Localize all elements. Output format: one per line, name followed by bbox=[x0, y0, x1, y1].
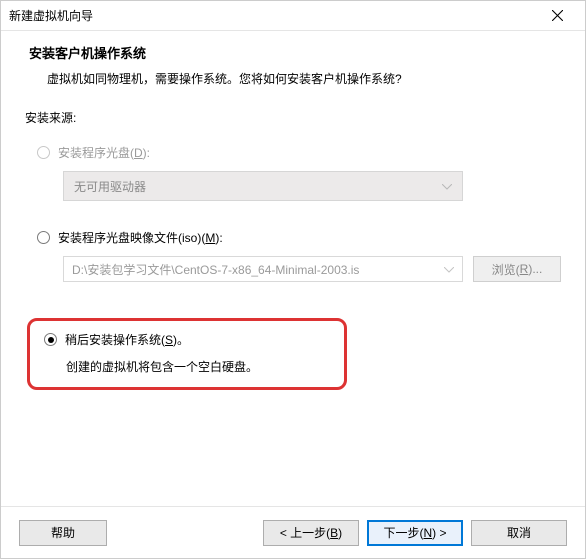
footer: 帮助 < 上一步(B) 下一步(N) > 取消 bbox=[1, 506, 585, 558]
iso-path-combobox: D:\安装包学习文件\CentOS-7-x86_64-Minimal-2003.… bbox=[63, 256, 463, 282]
radio-iso[interactable] bbox=[37, 231, 50, 244]
chevron-down-icon bbox=[442, 179, 452, 193]
highlight-annotation: 稍后安装操作系统(S)。 创建的虚拟机将包含一个空白硬盘。 bbox=[27, 318, 347, 390]
next-button[interactable]: 下一步(N) > bbox=[367, 520, 463, 546]
close-icon bbox=[552, 10, 563, 21]
chevron-down-icon bbox=[444, 262, 454, 276]
disc-drive-dropdown: 无可用驱动器 bbox=[63, 171, 463, 201]
header-desc: 虚拟机如同物理机，需要操作系统。您将如何安装客户机操作系统? bbox=[29, 70, 557, 87]
option-disc: 安装程序光盘(D): bbox=[37, 144, 561, 161]
option-later[interactable]: 稍后安装操作系统(S)。 bbox=[44, 331, 330, 348]
option-later-label: 稍后安装操作系统(S)。 bbox=[65, 331, 189, 348]
option-iso-label: 安装程序光盘映像文件(iso)(M): bbox=[58, 229, 223, 246]
radio-disc bbox=[37, 146, 50, 159]
body: 安装来源: 安装程序光盘(D): 无可用驱动器 安装程序光盘映像文件(iso)(… bbox=[1, 103, 585, 506]
install-source-label: 安装来源: bbox=[25, 109, 561, 126]
option-iso[interactable]: 安装程序光盘映像文件(iso)(M): bbox=[37, 229, 561, 246]
titlebar: 新建虚拟机向导 bbox=[1, 1, 585, 31]
option-disc-label: 安装程序光盘(D): bbox=[58, 144, 150, 161]
radio-later[interactable] bbox=[44, 333, 57, 346]
back-button[interactable]: < 上一步(B) bbox=[263, 520, 359, 546]
cancel-button[interactable]: 取消 bbox=[471, 520, 567, 546]
option-later-desc: 创建的虚拟机将包含一个空白硬盘。 bbox=[66, 358, 330, 375]
help-button[interactable]: 帮助 bbox=[19, 520, 107, 546]
browse-button: 浏览(R)... bbox=[473, 256, 561, 282]
iso-path-value: D:\安装包学习文件\CentOS-7-x86_64-Minimal-2003.… bbox=[72, 261, 359, 278]
header-title: 安装客户机操作系统 bbox=[29, 43, 557, 62]
iso-row: D:\安装包学习文件\CentOS-7-x86_64-Minimal-2003.… bbox=[63, 256, 561, 282]
header: 安装客户机操作系统 虚拟机如同物理机，需要操作系统。您将如何安装客户机操作系统? bbox=[1, 31, 585, 103]
close-button[interactable] bbox=[537, 2, 577, 30]
wizard-window: 新建虚拟机向导 安装客户机操作系统 虚拟机如同物理机，需要操作系统。您将如何安装… bbox=[0, 0, 586, 559]
window-title: 新建虚拟机向导 bbox=[9, 7, 537, 24]
disc-drive-value: 无可用驱动器 bbox=[74, 178, 146, 195]
